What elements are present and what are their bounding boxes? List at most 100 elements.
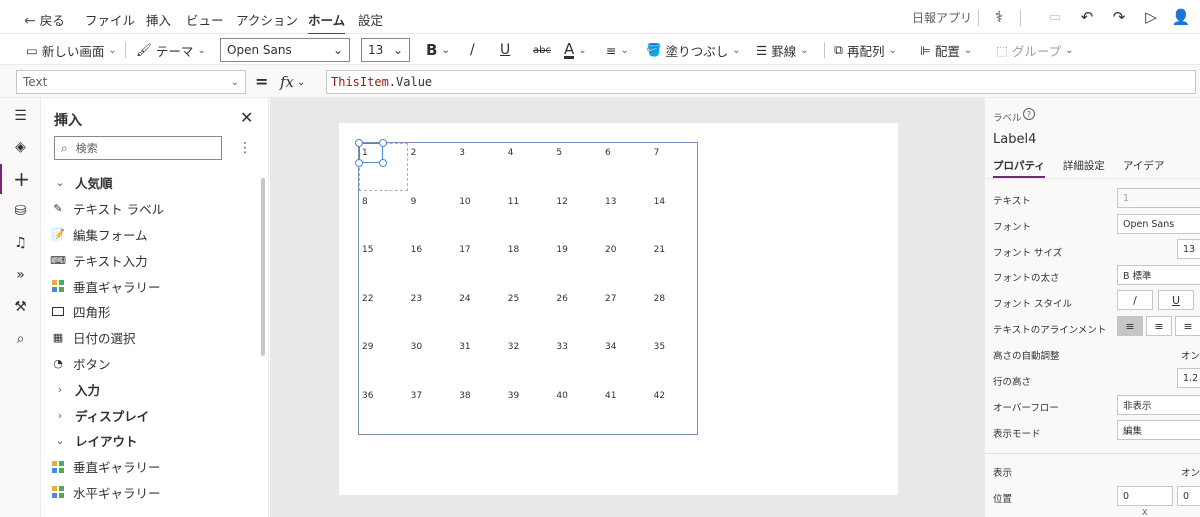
gallery-cell[interactable]: 14 [651,192,700,241]
insert-item-vertical-gallery[interactable]: 垂直ギャラリー [41,273,261,299]
border-button[interactable]: ☰ 罫線 ⌄ [756,39,809,61]
font-field[interactable]: Open Sans [1117,214,1200,234]
menu-settings[interactable]: 設定 [358,10,383,29]
gallery-cell[interactable]: 18 [505,240,554,289]
property-select[interactable]: Text ⌄ [16,70,246,94]
position-y-field[interactable]: 0 [1177,486,1200,506]
gallery-cell[interactable]: 37 [408,386,457,435]
resize-handle[interactable] [379,139,387,147]
visible-toggle[interactable]: オン [1181,465,1200,479]
insert-item-date-picker[interactable]: ▦ 日付の選択 [41,325,261,351]
category-display[interactable]: › ディスプレイ [41,402,261,428]
gallery-cell[interactable]: 24 [456,289,505,338]
gallery-cell[interactable]: 34 [602,337,651,386]
line-height-field[interactable]: 1.2 [1177,368,1200,388]
gallery-cell[interactable]: 22 [359,289,408,338]
autoheight-toggle[interactable]: オン [1181,348,1200,362]
media-icon[interactable]: ♫ [0,228,41,258]
gallery-cell[interactable]: 27 [602,289,651,338]
text-field[interactable]: 1 [1117,188,1200,208]
bold-button[interactable]: B ⌄ [426,39,450,61]
gallery-cell[interactable]: 23 [408,289,457,338]
text-align-button[interactable]: ≡ ⌄ [606,39,629,61]
overflow-select[interactable]: 非表示 [1117,395,1200,415]
align-center-toggle[interactable]: ≡ [1146,316,1172,336]
display-mode-select[interactable]: 編集 [1117,420,1200,440]
category-popular[interactable]: ⌄ 人気順 [41,170,261,196]
back-button[interactable]: ← 戻る [24,10,65,29]
gallery-cell[interactable]: 7 [651,143,700,192]
more-options-icon[interactable]: ⋮ [238,140,252,156]
gallery-cell[interactable]: 30 [408,337,457,386]
resize-handle[interactable] [355,159,363,167]
function-button[interactable]: fx ⌄ [280,70,326,94]
gallery-cell[interactable]: 26 [553,289,602,338]
stethoscope-icon[interactable]: ⚕ [990,8,1008,26]
comment-icon[interactable]: ▭ [1046,8,1064,26]
tab-advanced[interactable]: 詳細設定 [1063,158,1105,173]
gallery-cell[interactable]: 19 [553,240,602,289]
menu-home[interactable]: ホーム [308,10,346,35]
plus-icon[interactable]: + [0,164,41,194]
close-icon[interactable]: ✕ [240,108,253,127]
insert-item-rectangle[interactable]: 四角形 [41,299,261,325]
reorder-button[interactable]: ⧉ 再配列 ⌄ [834,39,897,61]
position-x-field[interactable]: 0 [1117,486,1173,506]
insert-item-text-label[interactable]: ✎ テキスト ラベル [41,196,261,222]
gallery-cell[interactable]: 9 [408,192,457,241]
gallery-cell[interactable]: 4 [505,143,554,192]
search-input[interactable]: ⌕ 検索 [54,136,222,160]
user-icon[interactable]: 👤 [1172,8,1191,26]
insert-item-text-input[interactable]: ⌨ テキスト入力 [41,247,261,273]
underline-toggle[interactable]: U [1158,290,1194,310]
gallery-cell[interactable]: 11 [505,192,554,241]
panel-scrollbar[interactable] [261,178,265,356]
formula-input[interactable]: ThisItem .Value [326,70,1196,94]
insert-item-vertical-gallery-2[interactable]: 垂直ギャラリー [41,454,261,480]
gallery-cell[interactable]: 12 [553,192,602,241]
hamburger-icon[interactable]: ☰ [0,101,41,131]
menu-action[interactable]: アクション [236,10,298,29]
group-button[interactable]: ⬚ グループ ⌄ [996,39,1073,61]
gallery-cell[interactable]: 2 [408,143,457,192]
gallery-cell[interactable]: 31 [456,337,505,386]
layers-icon[interactable]: ◈ [0,132,41,162]
font-size-select[interactable]: 13 ⌄ [361,38,410,62]
gallery-cell[interactable]: 20 [602,240,651,289]
insert-item-horizontal-gallery[interactable]: 水平ギャラリー [41,480,261,506]
gallery-cell[interactable]: 21 [651,240,700,289]
gallery-cell[interactable]: 13 [602,192,651,241]
search-icon[interactable]: ⌕ [0,324,41,354]
underline-button[interactable]: U [500,39,510,61]
insert-item-button[interactable]: ◔ ボタン [41,351,261,377]
gallery-cell[interactable]: 38 [456,386,505,435]
align-right-toggle[interactable]: ≡ [1175,316,1200,336]
gallery-cell[interactable]: 25 [505,289,554,338]
tab-properties[interactable]: プロパティ [993,158,1045,178]
gallery-cell[interactable]: 40 [553,386,602,435]
gallery-cell[interactable]: 39 [505,386,554,435]
font-color-button[interactable]: A ⌄ [564,39,587,61]
gallery-cell[interactable]: 35 [651,337,700,386]
gallery-cell[interactable]: 10 [456,192,505,241]
gallery-cell[interactable]: 33 [553,337,602,386]
app-screen[interactable]: 42 41 40 39 38 37 36 35 34 33 32 31 30 29 28 27 26 25 24 23… [339,123,898,495]
gallery-cell[interactable]: 17 [456,240,505,289]
font-size-field[interactable]: 13 [1177,239,1200,259]
redo-icon[interactable]: ↷ [1110,8,1128,26]
resize-handle[interactable] [379,159,387,167]
gallery-cell[interactable]: 29 [359,337,408,386]
gallery-cell[interactable]: 28 [651,289,700,338]
italic-toggle[interactable]: / [1117,290,1153,310]
italic-button[interactable]: / [470,39,475,61]
menu-view[interactable]: ビュー [186,10,224,29]
calendar-gallery[interactable]: 42 41 40 39 38 37 36 35 34 33 32 31 30 29 28 27 26 25 24 23… [355,139,700,435]
gallery-cell[interactable]: 41 [602,386,651,435]
gallery-cell[interactable]: 16 [408,240,457,289]
gallery-cell[interactable]: 15 [359,240,408,289]
font-weight-field[interactable]: B 標準 [1117,265,1200,285]
gallery-cell[interactable]: 8 [359,192,408,241]
align-button[interactable]: ⊫ 配置 ⌄ [920,39,972,61]
new-screen-button[interactable]: ▭ 新しい画面 ⌄ [26,39,117,61]
database-icon[interactable]: ⛁ [0,196,41,226]
